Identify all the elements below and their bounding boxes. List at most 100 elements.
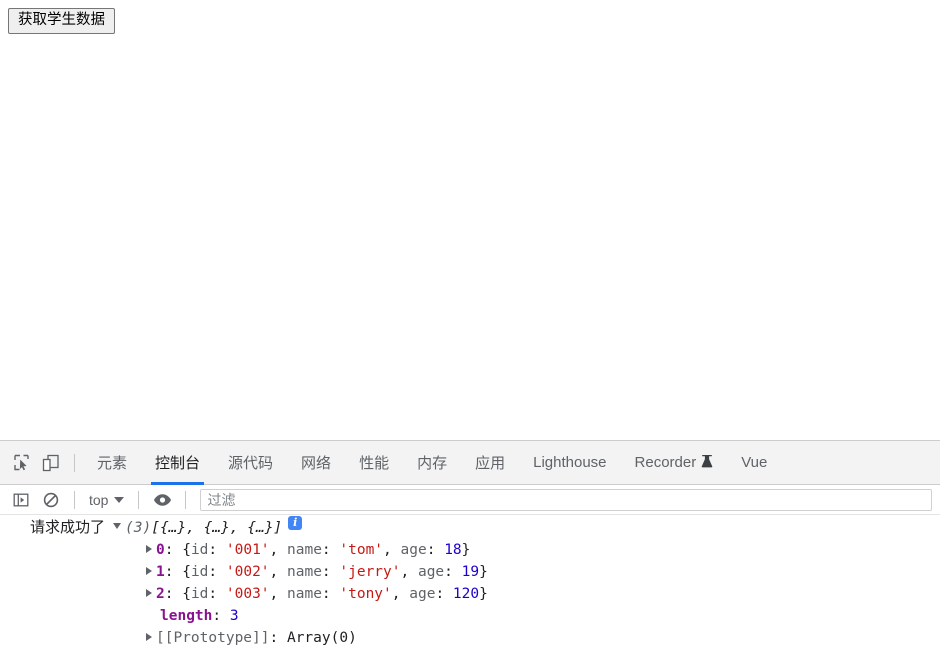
colon: : <box>208 564 226 580</box>
prop-value-id: '002' <box>225 564 270 580</box>
experiment-flask-icon <box>701 454 713 472</box>
console-toolbar-divider-2 <box>138 490 140 509</box>
prop-value-id: '003' <box>225 586 270 602</box>
tab-console[interactable]: 控制台 <box>141 441 214 485</box>
expand-triangle-icon[interactable] <box>113 523 122 529</box>
tab-memory[interactable]: 内存 <box>403 441 461 485</box>
expand-triangle-icon[interactable] <box>146 589 152 597</box>
fetch-student-data-button[interactable]: 获取学生数据 <box>8 8 115 34</box>
comma: , <box>269 542 287 558</box>
console-message-label: 请求成功了 <box>30 519 106 536</box>
colon: : <box>435 586 453 602</box>
array-preview: [{…}, {…}, {…}] <box>151 520 283 536</box>
tab-application[interactable]: 应用 <box>461 441 519 485</box>
chevron-down-icon <box>114 496 125 503</box>
console-toolbar-divider-1 <box>74 490 75 509</box>
prop-key-age: age <box>400 542 427 558</box>
expand-triangle-icon[interactable] <box>146 545 152 553</box>
colon: : <box>164 542 183 558</box>
prop-value-age: 120 <box>452 586 480 602</box>
colon: : <box>426 542 445 558</box>
console-array-header[interactable]: (3)[{…}, {…}, {…}] <box>113 517 282 539</box>
prop-key-age: age <box>409 586 436 602</box>
tab-label: 内存 <box>417 455 448 472</box>
tab-label: 源代码 <box>228 455 274 472</box>
tab-network[interactable]: 网络 <box>287 441 345 485</box>
prototype-key: [[Prototype]] <box>156 630 270 646</box>
page-content-area: 获取学生数据 <box>0 0 940 440</box>
execution-context-selector[interactable]: top <box>83 492 130 508</box>
array-length-row: length: 3 <box>0 605 940 627</box>
colon: : <box>212 608 230 624</box>
array-index: 0 <box>156 542 165 558</box>
tab-performance[interactable]: 性能 <box>345 441 403 485</box>
tab-label: 性能 <box>359 455 390 472</box>
colon: : <box>321 542 340 558</box>
comma: , <box>391 586 410 602</box>
tab-vue[interactable]: Vue <box>727 441 781 485</box>
tab-label: 应用 <box>475 455 506 472</box>
tab-sources[interactable]: 源代码 <box>214 441 287 485</box>
array-item-row[interactable]: 2: {id: '003', name: 'tony', age: 120} <box>0 583 940 605</box>
console-toolbar: top <box>0 485 940 515</box>
device-toolbar-icon[interactable] <box>36 448 66 478</box>
array-item-row[interactable]: 1: {id: '002', name: 'jerry', age: 19} <box>0 561 940 583</box>
tab-label: Recorder <box>634 454 697 471</box>
colon: : <box>208 586 226 602</box>
colon: : <box>321 564 340 580</box>
colon: : <box>164 586 183 602</box>
expand-triangle-icon[interactable] <box>146 567 152 575</box>
array-item-row[interactable]: 0: {id: '001', name: 'tom', age: 18} <box>0 539 940 561</box>
console-output: 请求成功了 (3)[{…}, {…}, {…}] i 0: {id: '001'… <box>0 515 940 657</box>
tab-elements[interactable]: 元素 <box>83 441 141 485</box>
info-badge-icon[interactable]: i <box>288 516 303 530</box>
console-message[interactable]: 请求成功了 (3)[{…}, {…}, {…}] i <box>0 516 940 539</box>
tab-label: Vue <box>741 454 768 471</box>
console-toolbar-divider-3 <box>185 490 187 509</box>
tab-label: 元素 <box>97 455 128 472</box>
prop-value-age: 18 <box>444 542 462 558</box>
tab-label: 控制台 <box>155 455 201 472</box>
colon: : <box>321 586 340 602</box>
inspect-element-icon[interactable] <box>6 448 36 478</box>
colon: : <box>208 542 226 558</box>
array-count: (3) <box>125 520 152 536</box>
devtools-panel: 元素 控制台 源代码 网络 性能 内存 应用 Lighthouse Record… <box>0 440 940 658</box>
expand-triangle-icon[interactable] <box>146 633 152 641</box>
array-index: 2 <box>156 586 165 602</box>
tab-recorder[interactable]: Recorder <box>621 441 728 485</box>
comma: , <box>269 586 287 602</box>
prop-key-id: id <box>190 586 209 602</box>
comma: , <box>400 564 418 580</box>
close-brace: } <box>461 542 471 558</box>
devtools-tabbar: 元素 控制台 源代码 网络 性能 内存 应用 Lighthouse Record… <box>0 441 940 485</box>
open-brace: { <box>182 564 191 580</box>
tab-label: 网络 <box>301 455 332 472</box>
close-brace: } <box>479 586 488 602</box>
array-prototype-row[interactable]: [[Prototype]]: Array(0) <box>0 627 940 649</box>
prop-value-name: 'tony' <box>339 586 392 602</box>
open-brace: { <box>182 542 191 558</box>
colon: : <box>269 630 287 646</box>
prop-value-id: '001' <box>225 542 270 558</box>
open-brace: { <box>182 586 191 602</box>
console-filter-input[interactable] <box>200 488 932 511</box>
tab-label: Lighthouse <box>533 454 607 471</box>
array-index: 1 <box>156 564 165 580</box>
colon: : <box>444 564 462 580</box>
prop-value-name: 'tom' <box>339 542 384 558</box>
toolbar-divider <box>74 453 75 472</box>
prop-key-age: age <box>417 564 445 580</box>
prop-value-age: 19 <box>461 564 480 580</box>
colon: : <box>164 564 183 580</box>
browser-window: 获取学生数据 元素 控制台 源代码 网络 性能 内存 应用 Lighthouse… <box>0 0 940 658</box>
console-sidebar-icon[interactable] <box>6 485 36 515</box>
comma: , <box>383 542 401 558</box>
execution-context-value: top <box>89 491 109 508</box>
clear-console-icon[interactable] <box>36 485 66 515</box>
comma: , <box>269 564 287 580</box>
live-expression-eye-icon[interactable] <box>147 485 177 515</box>
tab-lighthouse[interactable]: Lighthouse <box>519 441 620 485</box>
prop-key-id: id <box>190 564 209 580</box>
prop-key-name: name <box>287 542 322 558</box>
